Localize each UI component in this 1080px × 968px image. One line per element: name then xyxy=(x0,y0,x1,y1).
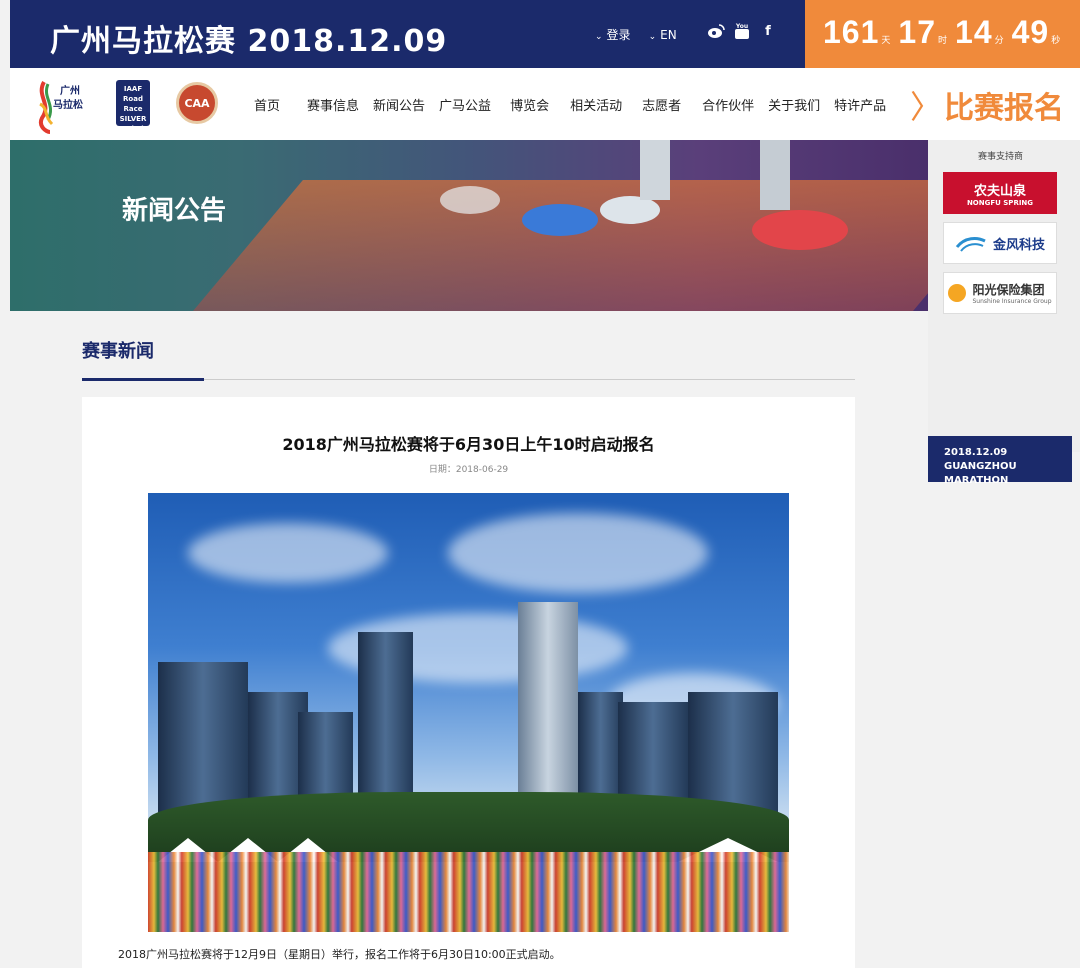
weibo-icon[interactable] xyxy=(707,22,725,40)
register-label: 比赛报名 xyxy=(944,91,1065,126)
badge-name: GUANGZHOU MARATHON xyxy=(944,461,1017,486)
banner-title: 新闻公告 xyxy=(122,196,227,226)
countdown-hours-unit: 时 xyxy=(938,36,948,46)
article-photo xyxy=(148,493,789,932)
nav-item-news[interactable]: 新闻公告 xyxy=(373,95,425,114)
register-button[interactable]: 〉比赛报名 xyxy=(910,82,1064,128)
svg-text:You: You xyxy=(735,23,748,30)
runners-crowd xyxy=(148,852,789,932)
login-label: 登录 xyxy=(606,28,631,42)
nav-item-partners[interactable]: 合作伙伴 xyxy=(702,95,754,114)
site-title: 广州马拉松赛 2018.12.09 xyxy=(50,24,448,59)
badge-date: 2018.12.09 xyxy=(944,447,1008,458)
iaaf-line: Label xyxy=(122,125,144,133)
article-body: 2018广州马拉松赛将于12月9日（星期日）举行，报名工作将于6月30日10:0… xyxy=(118,948,561,961)
svg-text:马拉松: 马拉松 xyxy=(53,98,83,111)
page-banner: 新闻公告 xyxy=(10,140,928,311)
chevron-down-icon: ⌄ xyxy=(648,31,657,42)
svg-text:广州: 广州 xyxy=(60,84,80,97)
guangzhou-marathon-logo[interactable]: 广州 马拉松 xyxy=(34,74,90,136)
nav-item-event-info[interactable]: 赛事信息 xyxy=(307,95,359,114)
nav-item-activities[interactable]: 相关活动 xyxy=(570,95,622,114)
goldwind-wave-icon xyxy=(955,237,986,252)
sponsor-sidebar-title: 赛事支持商 xyxy=(977,152,1023,162)
nav-item-charity[interactable]: 广马公益 xyxy=(439,95,491,114)
cloud xyxy=(448,513,708,593)
cloud xyxy=(188,523,388,583)
iaaf-line: IAAF xyxy=(123,85,143,93)
countdown-timer: 161 天 17 时 14 分 49 秒 xyxy=(805,0,1080,68)
iaaf-silver-label-logo: IAAF Road Race SILVER Label xyxy=(116,80,150,133)
iaaf-line: SILVER xyxy=(119,115,147,123)
nav-item-home[interactable]: 首页 xyxy=(254,95,280,114)
nav-item-volunteers[interactable]: 志愿者 xyxy=(642,95,681,114)
sponsor-name: 农夫山泉 xyxy=(973,183,1026,199)
countdown-seconds-unit: 秒 xyxy=(1051,36,1061,46)
section-divider-accent xyxy=(82,378,204,381)
top-links: ⌄ 登录 ⌄ EN xyxy=(595,26,677,43)
countdown-minutes-unit: 分 xyxy=(994,36,1004,46)
sponsor-goldwind[interactable]: 金风科技 xyxy=(943,222,1057,264)
countdown-minutes: 14 xyxy=(955,14,993,50)
language-link[interactable]: ⌄ EN xyxy=(649,28,677,42)
facebook-icon[interactable]: f xyxy=(759,22,777,40)
language-label: EN xyxy=(660,27,677,42)
chevron-right-icon: 〉 xyxy=(910,88,943,126)
countdown-days-unit: 天 xyxy=(881,36,891,46)
nav-menu: 首页 赛事信息 新闻公告 广马公益 博览会 相关活动 志愿者 合作伙伴 关于我们… xyxy=(246,95,886,114)
sponsor-nongfu-spring[interactable]: 农夫山泉 NONGFU SPRING xyxy=(943,172,1057,214)
countdown-seconds: 49 xyxy=(1011,14,1050,50)
news-article: 2018广州马拉松赛将于6月30日上午10时启动报名 日期：2018-06-29… xyxy=(82,397,855,968)
sponsor-sub: Sunshine Insurance Group xyxy=(972,298,1052,305)
main-nav: 广州 马拉松 IAAF Road Race SILVER Label CAA 首… xyxy=(10,68,1080,140)
nav-item-expo[interactable]: 博览会 xyxy=(510,95,549,114)
chevron-down-icon: ⌄ xyxy=(595,32,603,42)
nav-item-products[interactable]: 特许产品 xyxy=(834,95,886,114)
social-links: You f xyxy=(707,22,777,40)
article-title: 2018广州马拉松赛将于6月30日上午10时启动报名 xyxy=(282,435,655,454)
login-link[interactable]: ⌄ 登录 xyxy=(595,26,631,43)
sponsor-sunshine-insurance[interactable]: 阳光保险集团 Sunshine Insurance Group xyxy=(943,272,1057,314)
sun-icon xyxy=(948,284,967,302)
article-date: 日期：2018-06-29 xyxy=(428,465,509,475)
countdown-days: 161 xyxy=(823,14,880,50)
sponsor-sub: NONGFU SPRING xyxy=(966,198,1034,207)
youtube-icon[interactable]: You xyxy=(733,22,751,40)
sponsor-name: 金风科技 xyxy=(992,237,1045,253)
top-bar: 广州马拉松赛 2018.12.09 ⌄ 登录 ⌄ EN You f 161 天 17 时… xyxy=(10,0,1080,68)
runners-feet-image xyxy=(440,140,848,250)
sponsor-name: 阳光保险集团 xyxy=(972,283,1045,297)
countdown-hours: 17 xyxy=(898,14,936,50)
marathon-date-badge[interactable]: 2018.12.09 GUANGZHOU MARATHON xyxy=(928,436,1072,486)
sponsor-sidebar: 赛事支持商 农夫山泉 NONGFU SPRING 金风科技 阳光保险集团 Sun… xyxy=(928,140,1080,452)
section-title: 赛事新闻 xyxy=(82,341,154,362)
caa-logo: CAA xyxy=(176,82,218,124)
iaaf-line: Road Race xyxy=(123,95,143,113)
nav-item-about[interactable]: 关于我们 xyxy=(768,95,820,114)
